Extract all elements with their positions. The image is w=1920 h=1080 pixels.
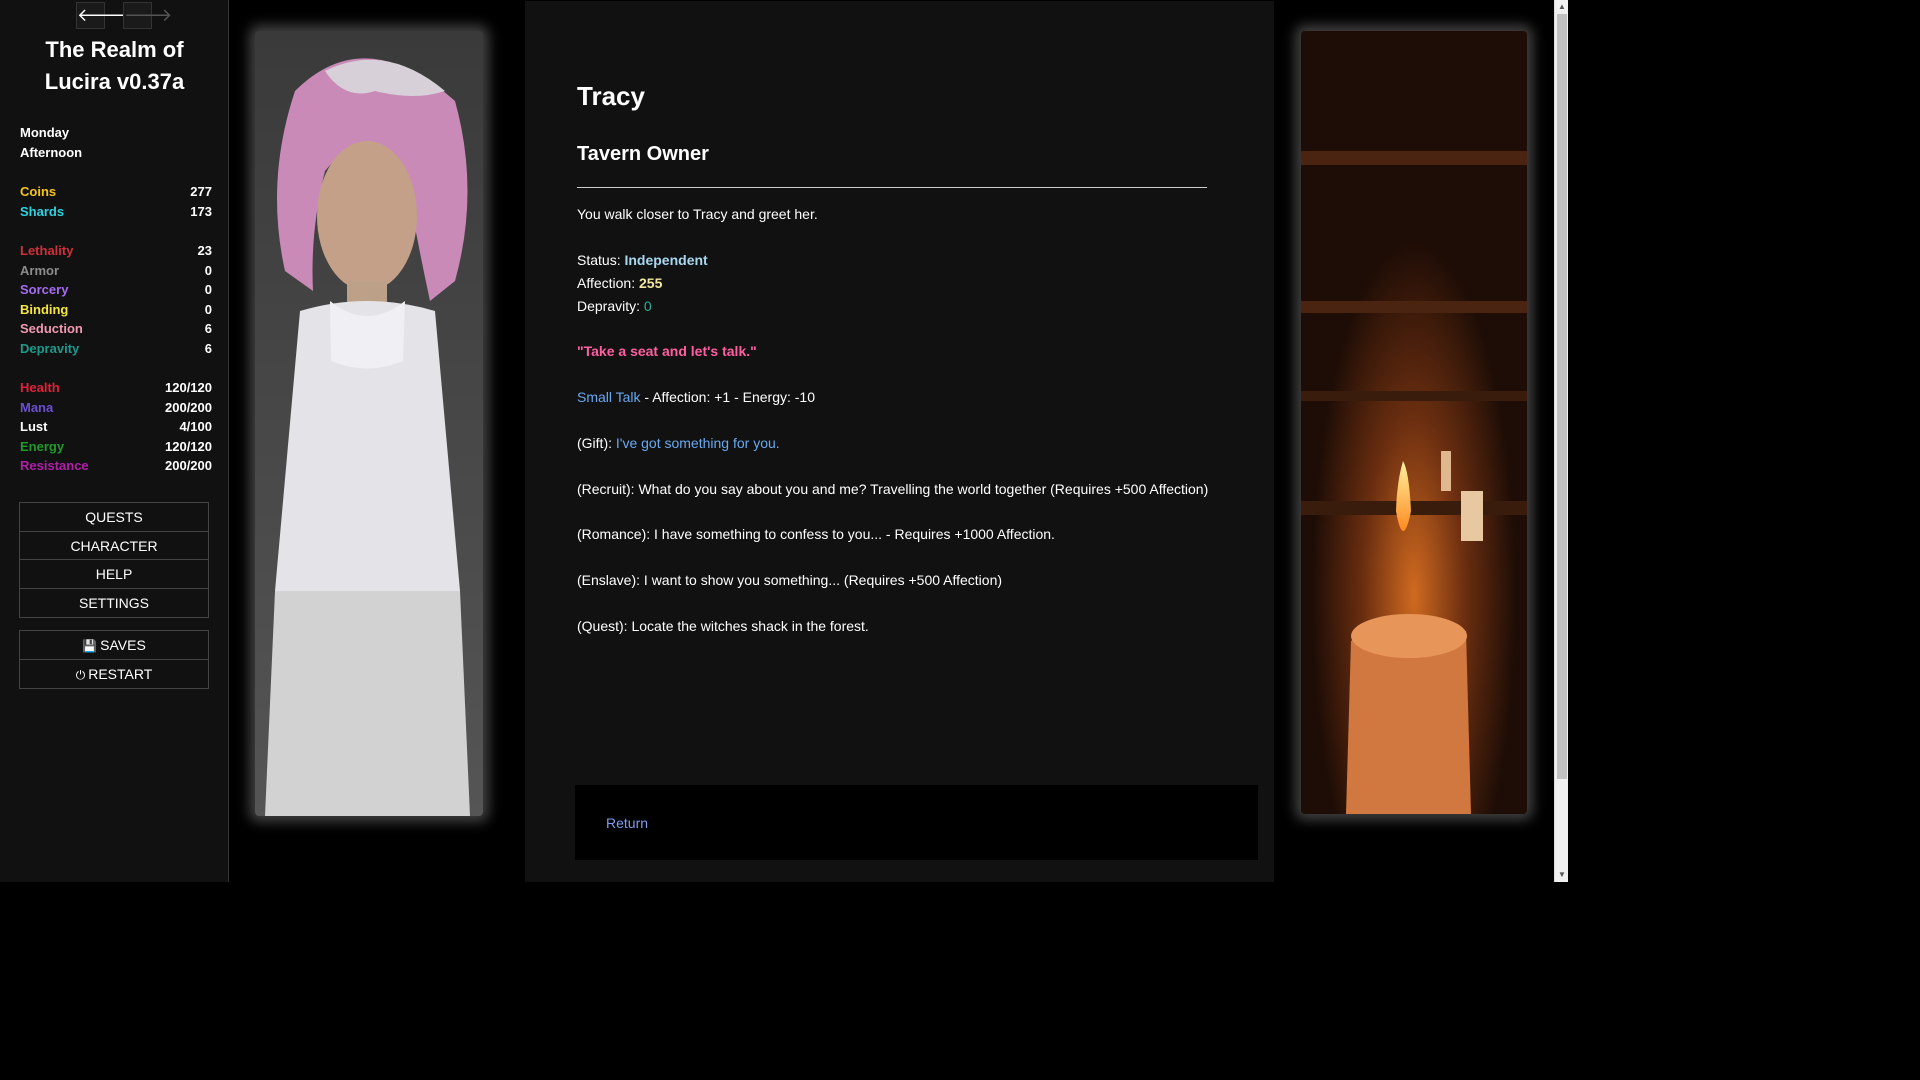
gift-prefix: (Gift): (577, 435, 616, 451)
menu-settings-button[interactable]: SETTINGS (20, 589, 208, 618)
story-title: The Realm of Lucira v0.37a (44, 37, 185, 94)
small-talk-link[interactable]: Small Talk (577, 389, 641, 405)
stat-mana-label: Mana (20, 399, 54, 415)
stat-lust-value: 4/100 (179, 419, 212, 435)
stat-binding: Binding 0 (20, 302, 212, 321)
menu-character-button[interactable]: CHARACTER (20, 532, 208, 560)
history-back-button[interactable]: 🡐 (76, 2, 125, 29)
stat-mana: Mana 200/200 (20, 400, 212, 419)
system-menu: 💾 SAVES ⏻ RESTART (19, 630, 209, 689)
stat-energy: Energy 120/120 (20, 439, 212, 458)
npc-name: Tracy (577, 81, 645, 111)
stat-coins: Coins 277 (20, 184, 212, 203)
scroll-up-arrow-icon[interactable]: ▲ (1555, 0, 1569, 14)
sidebar: 🡐 🡒 The Realm of Lucira v0.37a Monday Af… (0, 0, 229, 882)
stat-coins-value: 277 (190, 184, 212, 199)
menu-help-button[interactable]: HELP (20, 560, 208, 589)
stat-seduction-label: Seduction (20, 321, 83, 337)
stat-sorcery: Sorcery 0 (20, 282, 212, 301)
stat-energy-value: 120/120 (165, 438, 212, 454)
history-forward-button[interactable]: 🡒 (123, 2, 172, 29)
small-talk-line: Small Talk - Affection: +1 - Energy: -10 (577, 389, 815, 405)
stat-energy-label: Energy (20, 438, 65, 454)
stat-binding-value: 0 (204, 301, 212, 317)
affection-label: Affection: (577, 275, 640, 291)
divider (577, 187, 1207, 188)
small-talk-info: - Affection: +1 - Energy: -10 (640, 389, 815, 405)
stat-resistance: Resistance 200/200 (20, 458, 212, 477)
recruit-option: (Recruit): What do you say about you and… (577, 481, 1209, 497)
affection-line: Affection: 255 (577, 275, 662, 291)
right-image-panel (1274, 1, 1554, 882)
restart-label: RESTART (88, 665, 153, 682)
passage-area: Tracy Tavern Owner You walk closer to Tr… (525, 1, 1274, 882)
stat-seduction-value: 6 (204, 321, 212, 337)
stat-binding-label: Binding (20, 301, 69, 317)
main-menu: QUESTS CHARACTER HELP SETTINGS (19, 502, 209, 618)
npc-quote: "Take a seat and let's talk." (577, 343, 757, 359)
affection-value: 255 (639, 275, 663, 291)
vertical-scrollbar[interactable]: ▲ ▼ (1554, 0, 1568, 882)
stat-depravity-value: 6 (204, 341, 212, 356)
enslave-option: (Enslave): I want to show you something.… (577, 572, 1003, 588)
status-line: Status: Independent (577, 252, 708, 268)
stat-mana-value: 200/200 (165, 399, 212, 415)
scroll-down-arrow-icon[interactable]: ▼ (1555, 868, 1569, 882)
left-image-panel (230, 1, 524, 882)
stat-resistance-label: Resistance (20, 458, 89, 474)
status-label: Status: (577, 252, 625, 268)
intro-text: You walk closer to Tracy and greet her. (577, 206, 818, 222)
stat-health: Health 120/120 (20, 380, 212, 399)
depravity-value: 0 (643, 298, 652, 314)
stat-lethality: Lethality 23 (20, 243, 212, 262)
stat-lethality-label: Lethality (20, 243, 74, 258)
stat-shards-label: Shards (20, 203, 65, 219)
status-value: Independent (624, 252, 708, 268)
saves-button[interactable]: 💾 SAVES (20, 631, 208, 660)
stat-health-value: 120/120 (165, 380, 212, 395)
depravity-label: Depravity: (577, 298, 644, 314)
stat-sorcery-label: Sorcery (20, 282, 69, 298)
stat-lethality-value: 23 (197, 243, 212, 258)
stat-armor: Armor 0 (20, 263, 212, 282)
restart-button[interactable]: ⏻ RESTART (20, 660, 208, 689)
saves-label: SAVES (100, 637, 146, 653)
stat-health-label: Health (20, 380, 60, 395)
menu-quests-button[interactable]: QUESTS (20, 503, 208, 532)
return-box: Return (575, 785, 1258, 860)
romance-option: (Romance): I have something to confess t… (577, 526, 1055, 542)
scrollbar-thumb[interactable] (1557, 14, 1567, 779)
stat-coins-label: Coins (20, 184, 57, 199)
day-label: Monday (20, 125, 70, 140)
stat-resistance-value: 200/200 (165, 458, 212, 474)
stat-armor-label: Armor (20, 262, 60, 278)
stat-lust: Lust 4/100 (20, 419, 212, 438)
stat-depravity: Depravity 6 (20, 341, 212, 360)
stat-sorcery-value: 0 (204, 282, 212, 298)
stat-depravity-label: Depravity (20, 341, 80, 356)
time-label: Afternoon (20, 145, 83, 160)
npc-role: Tavern Owner (577, 143, 709, 165)
arrow-right-icon: 🡒 (124, 5, 173, 25)
return-link[interactable]: Return (606, 815, 648, 831)
power-icon: ⏻ (75, 667, 86, 682)
stat-armor-value: 0 (204, 262, 212, 278)
stat-lust-label: Lust (20, 419, 48, 435)
character-portrait (255, 31, 483, 816)
tavern-scene-image (1301, 31, 1527, 814)
arrow-left-icon: 🡐 (77, 5, 126, 25)
gift-line: (Gift): I've got something for you. (577, 435, 780, 451)
floppy-disk-icon: 💾 (82, 639, 98, 653)
quest-option: (Quest): Locate the witches shack in the… (577, 618, 869, 634)
stat-seduction: Seduction 6 (20, 321, 212, 340)
stat-shards: Shards 173 (20, 204, 212, 223)
depravity-line: Depravity: 0 (577, 298, 652, 314)
stat-shards-value: 173 (190, 203, 212, 219)
gift-link[interactable]: I've got something for you. (616, 435, 780, 451)
